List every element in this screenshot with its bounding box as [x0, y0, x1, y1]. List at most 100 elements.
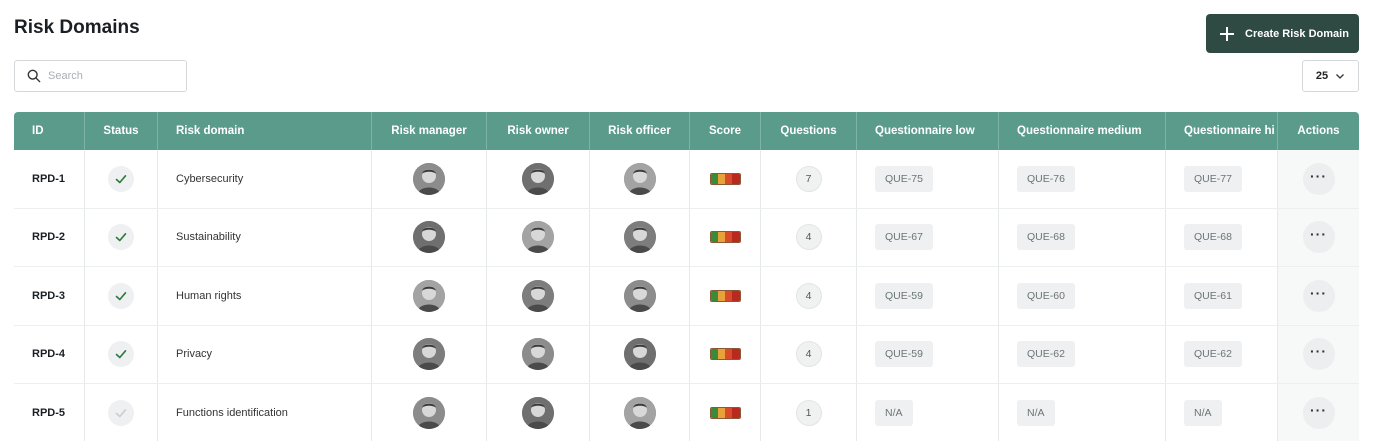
row-id: RPD-5	[14, 384, 85, 441]
risk-manager-cell	[372, 267, 487, 325]
questionnaire-low-cell: QUE-75	[857, 150, 999, 208]
questionnaire-low-chip[interactable]: QUE-75	[875, 165, 933, 192]
table-row[interactable]: RPD-4 Privacy 4 QUE-59 QUE-62 QUE-62 ···	[14, 325, 1359, 384]
risk-manager-cell	[372, 384, 487, 441]
search-icon	[27, 69, 41, 83]
questionnaire-medium-chip[interactable]: QUE-62	[1017, 341, 1075, 368]
risk-owner-cell	[487, 325, 590, 383]
table-row[interactable]: RPD-3 Human rights 4 QUE-59 QUE-60 QUE-61 ···	[14, 267, 1359, 326]
column-header-questionnaire-medium[interactable]: Questionnaire medium	[999, 112, 1166, 150]
column-header-id[interactable]: ID	[14, 112, 85, 150]
risk-owner-avatar[interactable]	[522, 396, 554, 429]
check-icon	[115, 408, 127, 418]
risk-owner-avatar[interactable]	[522, 162, 554, 195]
search-box[interactable]	[14, 60, 187, 92]
score-bar	[709, 289, 741, 302]
score-segment	[717, 232, 725, 243]
risk-owner-avatar[interactable]	[522, 338, 554, 371]
questionnaire-low-cell: N/A	[857, 384, 999, 441]
risk-owner-cell	[487, 384, 590, 441]
questionnaire-low-chip[interactable]: QUE-59	[875, 341, 933, 368]
table-row[interactable]: RPD-2 Sustainability 4 QUE-67 QUE-68 QUE-68 ··…	[14, 208, 1359, 267]
risk-domains-table: ID Status Risk domain Risk manager Risk …	[14, 112, 1359, 441]
score-bar	[709, 231, 741, 244]
questionnaire-high-chip[interactable]: QUE-62	[1184, 341, 1242, 368]
questionnaire-low-chip[interactable]: QUE-59	[875, 282, 933, 309]
page-size-select[interactable]: 25	[1302, 60, 1359, 92]
status-badge	[108, 224, 134, 251]
questionnaire-medium-chip[interactable]: QUE-68	[1017, 224, 1075, 251]
questionnaire-low-chip[interactable]: QUE-67	[875, 224, 933, 251]
score-cell	[690, 208, 761, 266]
check-icon	[115, 291, 127, 301]
more-actions-button[interactable]: ···	[1302, 279, 1335, 312]
risk-owner-cell	[487, 267, 590, 325]
column-header-status[interactable]: Status	[85, 112, 158, 150]
score-bar	[709, 406, 741, 419]
risk-officer-avatar[interactable]	[623, 221, 656, 254]
questionnaire-medium-cell: QUE-60	[999, 267, 1166, 325]
risk-owner-avatar[interactable]	[522, 221, 554, 254]
more-actions-button[interactable]: ···	[1302, 338, 1335, 371]
column-header-risk-owner[interactable]: Risk owner	[487, 112, 590, 150]
column-header-risk-domain[interactable]: Risk domain	[158, 112, 372, 150]
score-segment	[732, 407, 740, 418]
score-segment	[725, 232, 733, 243]
risk-officer-avatar[interactable]	[623, 279, 656, 312]
questionnaire-medium-chip[interactable]: QUE-60	[1017, 282, 1075, 309]
questionnaire-high-chip[interactable]: N/A	[1184, 399, 1222, 426]
risk-officer-avatar[interactable]	[623, 338, 656, 371]
questionnaire-medium-chip[interactable]: N/A	[1017, 399, 1055, 426]
questions-count: 7	[795, 165, 822, 192]
row-id: RPD-2	[14, 208, 85, 266]
risk-manager-avatar[interactable]	[413, 338, 445, 371]
questions-count: 4	[795, 341, 822, 368]
search-input[interactable]	[48, 70, 178, 82]
risk-owner-cell	[487, 150, 590, 208]
score-cell	[690, 384, 761, 441]
score-cell	[690, 325, 761, 383]
page-size-value: 25	[1315, 70, 1329, 82]
questionnaire-high-cell: QUE-68	[1166, 208, 1278, 266]
table-row[interactable]: RPD-5 Functions identification 1 N/A N/A N/A ·…	[14, 384, 1359, 441]
risk-officer-avatar[interactable]	[623, 162, 656, 195]
questionnaire-high-chip[interactable]: QUE-77	[1184, 165, 1242, 192]
column-header-score[interactable]: Score	[690, 112, 761, 150]
risk-officer-avatar[interactable]	[623, 396, 656, 429]
create-risk-domain-button[interactable]: Create Risk Domain	[1206, 14, 1359, 53]
questionnaire-high-chip[interactable]: QUE-61	[1184, 282, 1242, 309]
score-segment	[725, 173, 733, 184]
questionnaire-medium-chip[interactable]: QUE-76	[1017, 165, 1075, 192]
status-cell	[85, 267, 158, 325]
questionnaire-high-cell: N/A	[1166, 384, 1278, 441]
score-segment	[710, 173, 718, 184]
more-actions-button[interactable]: ···	[1302, 162, 1335, 195]
score-bar	[709, 172, 741, 185]
column-header-actions: Actions	[1297, 125, 1340, 137]
risk-domain-name: Human rights	[158, 267, 372, 325]
column-header-questionnaire-low[interactable]: Questionnaire low	[857, 112, 999, 150]
chevron-down-icon	[1336, 74, 1345, 79]
column-header-risk-manager[interactable]: Risk manager	[372, 112, 487, 150]
more-actions-button[interactable]: ···	[1302, 396, 1335, 429]
risk-manager-avatar[interactable]	[413, 162, 445, 195]
questions-cell: 4	[761, 325, 857, 383]
risk-manager-avatar[interactable]	[413, 279, 445, 312]
risk-owner-avatar[interactable]	[522, 279, 554, 312]
score-segment	[717, 290, 725, 301]
status-badge	[108, 282, 134, 309]
risk-manager-avatar[interactable]	[413, 396, 445, 429]
column-header-questions[interactable]: Questions	[761, 112, 857, 150]
risk-manager-cell	[372, 208, 487, 266]
table-row[interactable]: RPD-1 Cybersecurity 7 QUE-75 QUE-76 QUE-77 ···	[14, 150, 1359, 209]
risk-officer-cell	[590, 267, 690, 325]
column-header-questionnaire-high[interactable]: Questionnaire hi	[1166, 112, 1278, 150]
status-cell	[85, 325, 158, 383]
questions-cell: 4	[761, 267, 857, 325]
more-actions-button[interactable]: ···	[1302, 221, 1335, 254]
create-risk-domain-label: Create Risk Domain	[1245, 27, 1349, 40]
questionnaire-low-chip[interactable]: N/A	[875, 399, 913, 426]
risk-manager-avatar[interactable]	[413, 221, 445, 254]
questionnaire-high-chip[interactable]: QUE-68	[1184, 224, 1242, 251]
column-header-risk-officer[interactable]: Risk officer	[590, 112, 690, 150]
